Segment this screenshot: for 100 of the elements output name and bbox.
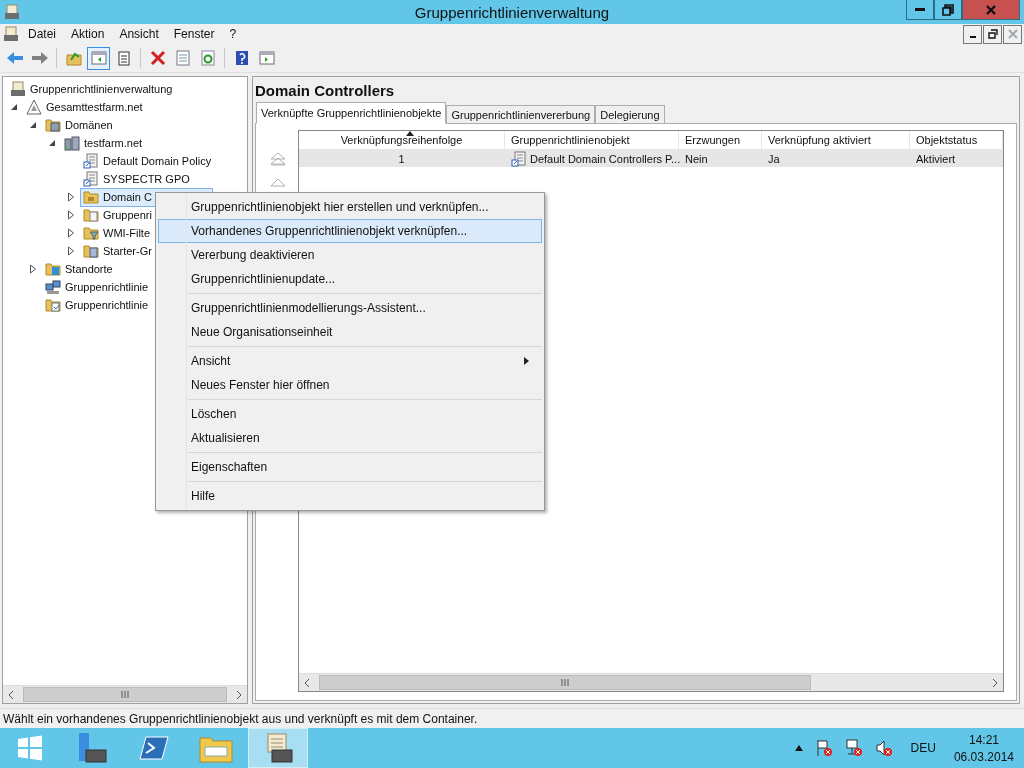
tree-item[interactable]: WMI-Filte xyxy=(80,223,154,243)
scroll-thumb[interactable] xyxy=(23,687,227,702)
tree-item[interactable]: Standorte xyxy=(42,259,116,279)
close-button[interactable] xyxy=(1003,24,1022,44)
column-header[interactable]: Gruppenrichtlinienobjekt xyxy=(505,131,679,149)
properties-icon xyxy=(174,50,191,66)
speaker-icon[interactable] xyxy=(874,739,893,757)
minimize-button[interactable] xyxy=(963,24,982,44)
column-header[interactable]: Verknüpfung aktiviert xyxy=(762,131,910,149)
column-header[interactable]: Verknüpfungsreihenfolge xyxy=(299,131,505,149)
toolbar-button[interactable] xyxy=(87,46,110,70)
clock-time[interactable]: 14:21 xyxy=(968,732,999,747)
menu-item[interactable]: ? xyxy=(227,27,244,41)
minimize-icon xyxy=(915,8,925,11)
menu-item[interactable]: Hilfe xyxy=(158,484,542,508)
menu-item[interactable]: Gruppenrichtlinienupdate... xyxy=(158,267,542,291)
restore-icon xyxy=(987,29,998,39)
menu-item[interactable]: Neue Organisationseinheit xyxy=(158,320,542,344)
collapse-arrow-icon[interactable] xyxy=(10,103,18,111)
collapse-arrow-icon[interactable] xyxy=(48,139,56,147)
column-header[interactable]: Objektstatus xyxy=(910,131,1003,149)
scroll-toolbox-icon[interactable] xyxy=(3,26,19,42)
table-cell: Default Domain Controllers P... xyxy=(530,152,681,165)
tree-item[interactable]: Gruppenri xyxy=(80,205,155,225)
document-folder-icon xyxy=(45,297,61,313)
expand-arrow-icon[interactable] xyxy=(67,192,75,202)
menu-item[interactable]: Gruppenrichtlinienmodellierungs-Assistent... xyxy=(158,296,542,320)
grip-icon xyxy=(561,679,569,686)
tree-item[interactable]: Gruppenrichtlinienverwaltung xyxy=(7,79,176,99)
windows-logo-icon xyxy=(16,734,44,762)
clipboard-icon xyxy=(115,50,132,66)
menu-item[interactable]: Aktion xyxy=(69,27,112,41)
close-button[interactable] xyxy=(962,0,1020,20)
expand-arrow-icon[interactable] xyxy=(67,246,75,256)
horizontal-scrollbar[interactable] xyxy=(299,673,1003,691)
scroll-toolbox-icon xyxy=(10,81,26,97)
clock-date[interactable]: 06.03.2014 xyxy=(953,749,1014,764)
tree-item[interactable]: SYSPECTR GPO xyxy=(80,169,193,189)
menu-item[interactable]: Vererbung deaktivieren xyxy=(158,243,542,267)
refresh-icon xyxy=(199,50,216,66)
menu-item[interactable]: Ansicht xyxy=(158,349,542,373)
table-row[interactable]: 1 Default Domain Controllers P... Nein Ja Aktiviert xyxy=(299,150,1003,167)
pane-icon xyxy=(90,50,107,66)
expand-arrow-icon[interactable] xyxy=(67,228,75,238)
status-text: Wählt ein vorhandenes Gruppenrichtlinienobjekt aus und verknüpft es mit dem Container. xyxy=(3,711,478,726)
folder-up-icon xyxy=(65,50,82,66)
panel-title: Domain Controllers xyxy=(254,81,396,100)
document-shortcut-icon xyxy=(511,150,527,167)
menu-item[interactable]: Fenster xyxy=(171,27,222,41)
forward-arrow-icon xyxy=(30,50,49,66)
table-cell: Aktiviert xyxy=(916,152,956,165)
menu-item[interactable]: Vorhandenes Gruppenrichtlinienobjekt verknüpfen... xyxy=(158,219,542,243)
network-icon[interactable] xyxy=(844,739,863,757)
tab[interactable]: Delegierung xyxy=(595,105,665,124)
column-header[interactable]: Erzwungen xyxy=(679,131,762,149)
menu-item[interactable]: Ansicht xyxy=(117,27,166,41)
filter-folder-icon xyxy=(83,225,99,241)
tree-item[interactable]: Gruppenrichtlinie xyxy=(42,277,152,297)
collapse-arrow-icon[interactable] xyxy=(29,121,37,129)
menu-item[interactable]: Neues Fenster hier öffnen xyxy=(158,373,542,397)
expand-arrow-icon[interactable] xyxy=(29,264,37,274)
table-cell: Nein xyxy=(685,152,708,165)
tree-item[interactable]: Gesamttestfarm.net xyxy=(23,97,146,117)
restore-button[interactable] xyxy=(983,24,1002,44)
minimize-button[interactable] xyxy=(906,0,934,20)
taskbar-button[interactable] xyxy=(248,728,308,768)
delete-icon xyxy=(149,50,166,66)
servers-icon xyxy=(64,135,80,151)
back-arrow-icon xyxy=(5,50,24,66)
close-icon xyxy=(1007,29,1018,39)
minimize-icon xyxy=(969,36,976,38)
scroll-thumb[interactable] xyxy=(319,675,811,690)
scroll-toolbox-icon xyxy=(4,4,20,20)
document-shortcut-icon xyxy=(83,153,99,169)
document-shortcut-icon xyxy=(83,171,99,187)
tree-item[interactable]: testfarm.net xyxy=(61,133,146,153)
tree-item[interactable]: Domänen xyxy=(42,115,116,135)
tree-item[interactable]: Starter-Gr xyxy=(80,241,155,261)
tab[interactable]: Gruppenrichtlinienvererbung xyxy=(446,105,596,124)
menu-item[interactable]: Aktualisieren xyxy=(158,426,542,450)
restore-button[interactable] xyxy=(934,0,962,20)
horizontal-scrollbar[interactable] xyxy=(3,685,247,703)
tab[interactable]: Verknüpfte Gruppenrichtlinienobjekte xyxy=(256,102,447,124)
tree-item[interactable]: Default Domain Policy xyxy=(80,151,215,171)
sort-arrow-icon xyxy=(405,131,414,136)
up-arrow-icon[interactable] xyxy=(794,745,803,751)
triangle-tree-icon xyxy=(26,99,42,115)
expand-arrow-icon[interactable] xyxy=(67,210,75,220)
language-indicator[interactable]: DEU xyxy=(910,741,936,755)
table-cell: Ja xyxy=(768,152,780,165)
tree-item[interactable]: Gruppenrichtlinie xyxy=(42,295,152,315)
restore-icon xyxy=(942,3,954,16)
menu-item[interactable]: Datei xyxy=(26,27,63,41)
pane-icon xyxy=(258,50,275,66)
menu-item[interactable]: Eigenschaften xyxy=(158,455,542,479)
flag-icon[interactable] xyxy=(814,739,833,757)
server-folder-icon xyxy=(45,117,61,133)
grip-icon xyxy=(121,691,129,698)
menu-item[interactable]: Löschen xyxy=(158,402,542,426)
window-title: Gruppenrichtlinienverwaltung xyxy=(413,3,611,21)
